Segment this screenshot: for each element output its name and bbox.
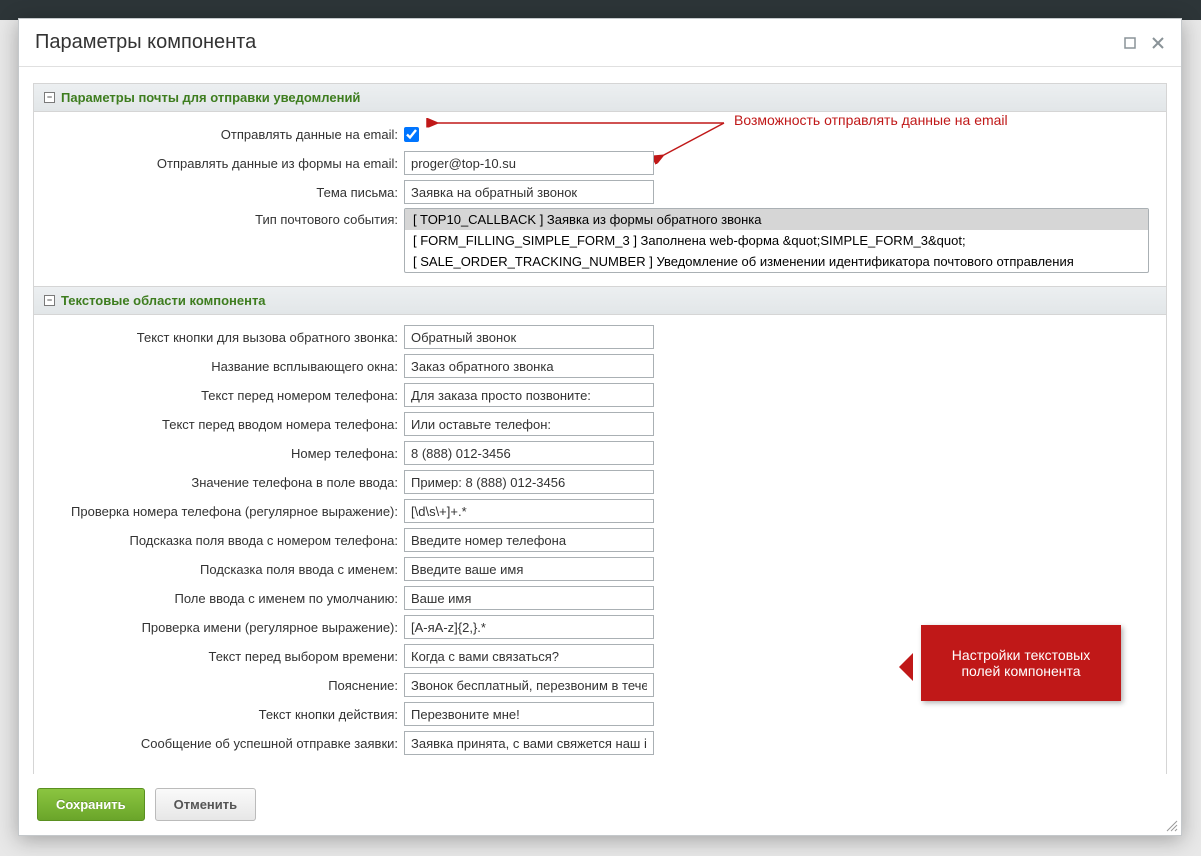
text-field-row: Поле ввода с именем по умолчанию: [44, 585, 1156, 611]
text-field-label: Подсказка поля ввода с именем: [44, 562, 404, 577]
section-mail-title: Параметры почты для отправки уведомлений [61, 90, 360, 105]
section-text-body: Настройки текстовых полей компонента Тек… [34, 315, 1166, 769]
maximize-icon[interactable] [1123, 36, 1137, 50]
text-field-input[interactable] [404, 557, 654, 581]
event-option[interactable]: [ FORM_FILLING_SIMPLE_FORM_3 ] Заполнена… [405, 230, 1148, 251]
event-option[interactable]: [ TOP10_CALLBACK ] Заявка из формы обрат… [405, 209, 1148, 230]
text-field-label: Сообщение об успешной отправке заявки: [44, 736, 404, 751]
text-field-input[interactable] [404, 586, 654, 610]
text-field-input[interactable] [404, 615, 654, 639]
modal-header: Параметры компонента [19, 19, 1181, 67]
text-field-row: Название всплывающего окна: [44, 353, 1156, 379]
label-send-email: Отправлять данные на email: [44, 127, 404, 142]
text-field-label: Текст перед выбором времени: [44, 649, 404, 664]
text-field-input[interactable] [404, 644, 654, 668]
text-field-input[interactable] [404, 441, 654, 465]
collapse-icon[interactable]: − [44, 92, 55, 103]
text-field-label: Название всплывающего окна: [44, 359, 404, 374]
callout-text-fields: Настройки текстовых полей компонента [921, 625, 1121, 701]
label-event-type: Тип почтового события: [44, 208, 404, 227]
text-field-label: Текст перед номером телефона: [44, 388, 404, 403]
text-field-label: Текст кнопки для вызова обратного звонка… [44, 330, 404, 345]
text-field-input[interactable] [404, 354, 654, 378]
text-field-row: Подсказка поля ввода с номером телефона: [44, 527, 1156, 553]
text-field-label: Пояснение: [44, 678, 404, 693]
top-toolbar-shadow [0, 0, 1201, 20]
event-option[interactable]: [ SALE_ORDER_TRACKING_NUMBER ] Уведомлен… [405, 251, 1148, 272]
text-field-label: Проверка имени (регулярное выражение): [44, 620, 404, 635]
text-field-label: Значение телефона в поле ввода: [44, 475, 404, 490]
close-icon[interactable] [1151, 36, 1165, 50]
text-field-row: Значение телефона в поле ввода: [44, 469, 1156, 495]
select-event-type[interactable]: [ TOP10_CALLBACK ] Заявка из формы обрат… [404, 208, 1149, 273]
text-field-input[interactable] [404, 470, 654, 494]
text-field-input[interactable] [404, 325, 654, 349]
label-subject: Тема письма: [44, 185, 404, 200]
text-field-label: Текст перед вводом номера телефона: [44, 417, 404, 432]
text-field-input[interactable] [404, 731, 654, 755]
section-mail-body: Возможность отправлять данные на email О… [34, 112, 1166, 286]
scroll-container[interactable]: − Параметры почты для отправки уведомлен… [33, 83, 1167, 774]
modal-footer: Сохранить Отменить [19, 774, 1181, 835]
input-subject[interactable] [404, 180, 654, 204]
text-field-row: Подсказка поля ввода с именем: [44, 556, 1156, 582]
resize-grip[interactable] [1165, 819, 1179, 833]
section-mail-header[interactable]: − Параметры почты для отправки уведомлен… [34, 84, 1166, 112]
label-form-email: Отправлять данные из формы на email: [44, 156, 404, 171]
component-params-modal: Параметры компонента − Параметры почты д… [18, 18, 1182, 836]
text-field-input[interactable] [404, 412, 654, 436]
collapse-icon[interactable]: − [44, 295, 55, 306]
text-field-input[interactable] [404, 499, 654, 523]
text-field-input[interactable] [404, 528, 654, 552]
save-button[interactable]: Сохранить [37, 788, 145, 821]
text-field-row: Номер телефона: [44, 440, 1156, 466]
text-field-row: Сообщение об успешной отправке заявки: [44, 730, 1156, 756]
text-field-label: Подсказка поля ввода с номером телефона: [44, 533, 404, 548]
modal-title: Параметры компонента [35, 31, 1123, 54]
text-field-label: Текст кнопки действия: [44, 707, 404, 722]
text-field-row: Проверка номера телефона (регулярное выр… [44, 498, 1156, 524]
text-field-input[interactable] [404, 383, 654, 407]
text-field-label: Проверка номера телефона (регулярное выр… [44, 504, 404, 519]
cancel-button[interactable]: Отменить [155, 788, 257, 821]
text-field-label: Номер телефона: [44, 446, 404, 461]
modal-body: − Параметры почты для отправки уведомлен… [19, 67, 1181, 774]
text-field-label: Поле ввода с именем по умолчанию: [44, 591, 404, 606]
text-field-input[interactable] [404, 702, 654, 726]
section-text-title: Текстовые области компонента [61, 293, 266, 308]
section-text-header[interactable]: − Текстовые области компонента [34, 286, 1166, 315]
text-field-row: Текст перед вводом номера телефона: [44, 411, 1156, 437]
text-field-row: Текст перед номером телефона: [44, 382, 1156, 408]
email-annotation: Возможность отправлять данные на email [734, 112, 1008, 128]
checkbox-send-email[interactable] [404, 127, 419, 142]
text-field-input[interactable] [404, 673, 654, 697]
text-field-row: Текст кнопки действия: [44, 701, 1156, 727]
text-field-row: Текст кнопки для вызова обратного звонка… [44, 324, 1156, 350]
